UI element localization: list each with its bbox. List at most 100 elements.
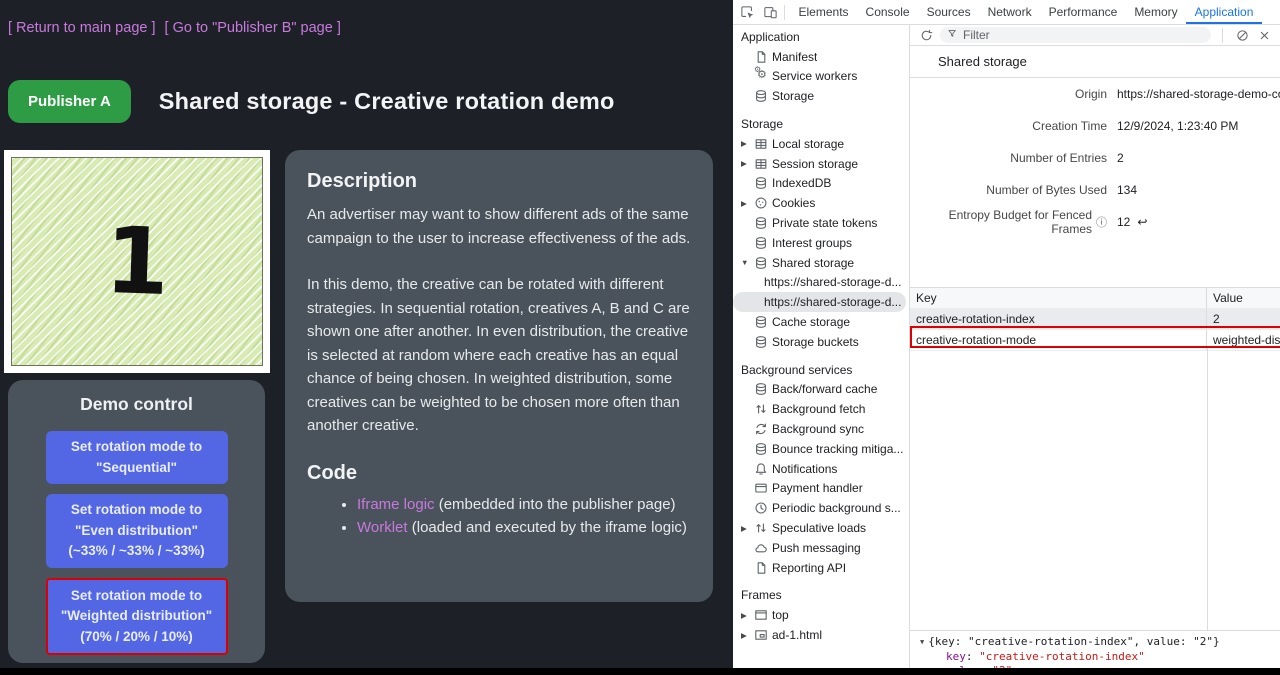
- property-name: key: [946, 650, 966, 663]
- tree-item-local-storage[interactable]: ▶Local storage: [733, 134, 909, 154]
- tree-item-storage[interactable]: Storage: [733, 86, 909, 106]
- code-list: Iframe logic (embedded into the publishe…: [307, 493, 691, 540]
- tree-item-https-shared-storage-d[interactable]: https://shared-storage-d...: [733, 292, 906, 312]
- close-icon[interactable]: [1256, 27, 1272, 43]
- filter-funnel-icon: [947, 28, 958, 42]
- tree-item-notifications[interactable]: Notifications: [733, 459, 909, 479]
- divider: [1222, 28, 1223, 43]
- code-link-iframe-logic[interactable]: Iframe logic: [357, 496, 435, 513]
- chevron-right-icon[interactable]: ▶: [741, 611, 754, 620]
- property-separator: :: [979, 664, 992, 668]
- tab-sources[interactable]: Sources: [918, 0, 979, 24]
- table-cell-key: creative-rotation-index: [910, 309, 1207, 329]
- column-header-value[interactable]: Value: [1207, 288, 1280, 308]
- table-header-row: Key Value: [910, 288, 1280, 309]
- screenshot-root: [ Return to main page ] [ Go to "Publish…: [0, 0, 1280, 675]
- tree-item-back-forward-cache[interactable]: Back/forward cache: [733, 380, 909, 400]
- chevron-right-icon[interactable]: ▶: [741, 524, 754, 533]
- tree-item-periodic-background-s[interactable]: Periodic background s...: [733, 498, 909, 518]
- reset-icon[interactable]: ↩: [1137, 215, 1147, 229]
- return-to-main-link[interactable]: [ Return to main page ]: [8, 20, 156, 36]
- tree-item-top[interactable]: ▶top: [733, 605, 909, 625]
- description-panel: Description An advertiser may want to sh…: [285, 150, 713, 602]
- tree-item-session-storage[interactable]: ▶ Session storage: [733, 154, 909, 174]
- tree-item-label: Periodic background s...: [772, 501, 901, 515]
- device-toolbar-icon[interactable]: [762, 4, 779, 21]
- tree-item-label: Background fetch: [772, 402, 865, 416]
- table-cell-value: weighted-dist: [1207, 330, 1280, 350]
- filter-input[interactable]: [963, 28, 1204, 42]
- tree-item-bounce-tracking-mitiga[interactable]: Bounce tracking mitiga...: [733, 439, 909, 459]
- inspect-element-icon[interactable]: [739, 4, 756, 21]
- chevron-right-icon[interactable]: ▶: [741, 159, 754, 168]
- tree-item-label: https://shared-storage-d...: [741, 275, 901, 289]
- rotation-mode-button-3[interactable]: Set rotation mode to"Weighted distributi…: [46, 578, 228, 656]
- ad-creative-frame: 1: [4, 150, 270, 373]
- tree-item-shared-storage[interactable]: ▼Shared storage: [733, 253, 909, 273]
- tree-item-service-workers[interactable]: ⚙⚙Service workers: [733, 67, 909, 87]
- iframe-icon: [754, 628, 772, 642]
- divider: [784, 5, 785, 20]
- tree-item-https-shared-storage-d[interactable]: https://shared-storage-d...: [733, 273, 909, 293]
- tree-item-speculative-loads[interactable]: ▶Speculative loads: [733, 518, 909, 538]
- block-icon[interactable]: [1234, 27, 1250, 43]
- chevron-right-icon[interactable]: ▶: [741, 199, 754, 208]
- updown-icon: [754, 521, 772, 535]
- tab-performance[interactable]: Performance: [1040, 0, 1126, 24]
- doc-icon: [754, 561, 772, 575]
- refresh-icon[interactable]: [918, 27, 934, 43]
- button-line: Set rotation mode to: [54, 437, 220, 458]
- column-header-key[interactable]: Key: [910, 288, 1207, 308]
- db-icon: [754, 442, 772, 456]
- tree-item-private-state-tokens[interactable]: Private state tokens: [733, 213, 909, 233]
- demo-control-panel: Demo control Set rotation mode to"Sequen…: [8, 380, 265, 663]
- tree-item-storage-buckets[interactable]: Storage buckets: [733, 332, 909, 352]
- metadata-row-number-of-bytes-used: Number of Bytes Used134: [910, 174, 1280, 206]
- table-row-creative-rotation-index[interactable]: creative-rotation-index2: [910, 309, 1280, 330]
- tab-memory[interactable]: Memory: [1126, 0, 1186, 24]
- tree-item-ad-1-html[interactable]: ▶ad-1.html: [733, 625, 909, 645]
- publisher-page: [ Return to main page ] [ Go to "Publish…: [0, 0, 733, 668]
- button-line: Set rotation mode to: [54, 500, 220, 521]
- demo-buttons: Set rotation mode to"Sequential"Set rota…: [24, 431, 249, 655]
- tree-item-reporting-api[interactable]: Reporting API: [733, 558, 909, 578]
- ad-creative: 1: [11, 157, 263, 366]
- tree-item-push-messaging[interactable]: Push messaging: [733, 538, 909, 558]
- devtools-sidebar: ApplicationManifest⚙⚙Service workersStor…: [733, 25, 910, 668]
- chevron-right-icon[interactable]: ▶: [741, 631, 754, 640]
- cookie-icon: [754, 196, 772, 210]
- panel-toolbar: [910, 25, 1280, 46]
- preview-property: key: "creative-rotation-index": [920, 650, 1280, 664]
- publisher-b-link[interactable]: [ Go to "Publisher B" page ]: [165, 20, 341, 36]
- tree-item-payment-handler[interactable]: Payment handler: [733, 479, 909, 499]
- description-paragraph: An advertiser may want to show different…: [307, 203, 691, 250]
- table-row-creative-rotation-mode[interactable]: creative-rotation-modeweighted-dist: [910, 330, 1280, 351]
- bell-icon: [754, 462, 772, 476]
- info-icon[interactable]: ⓘ: [1096, 214, 1107, 230]
- tab-console[interactable]: Console: [857, 0, 918, 24]
- tree-item-label: Session storage: [772, 157, 858, 171]
- tree-item-background-sync[interactable]: Background sync: [733, 419, 909, 439]
- tree-item-manifest[interactable]: Manifest: [733, 47, 909, 67]
- chevron-down-icon[interactable]: ▼: [741, 258, 754, 267]
- rotation-mode-button-1[interactable]: Set rotation mode to"Sequential": [46, 431, 228, 484]
- tree-item-interest-groups[interactable]: Interest groups: [733, 233, 909, 253]
- tab-elements[interactable]: Elements: [790, 0, 857, 24]
- code-item-text: (loaded and executed by the iframe logic…: [408, 519, 687, 536]
- tree-item-indexeddb[interactable]: IndexedDB: [733, 174, 909, 194]
- property-value: "2": [992, 664, 1012, 668]
- tab-application[interactable]: Application: [1186, 0, 1262, 24]
- tree-item-background-fetch[interactable]: Background fetch: [733, 399, 909, 419]
- demo-control-title: Demo control: [24, 394, 249, 415]
- tree-item-cookies[interactable]: ▶Cookies: [733, 193, 909, 213]
- chevron-right-icon[interactable]: ▶: [741, 139, 754, 148]
- grid-icon: [754, 157, 772, 171]
- code-title: Code: [307, 462, 691, 485]
- tree-item-cache-storage[interactable]: Cache storage: [733, 312, 909, 332]
- tab-network[interactable]: Network: [979, 0, 1040, 24]
- rotation-mode-button-2[interactable]: Set rotation mode to"Even distribution"(…: [46, 494, 228, 568]
- preview-summary: {key: "creative-rotation-index", value: …: [928, 635, 1219, 648]
- code-link-worklet[interactable]: Worklet: [357, 519, 408, 536]
- disclosure-triangle-icon[interactable]: ▼: [920, 638, 924, 646]
- description-title: Description: [307, 170, 691, 193]
